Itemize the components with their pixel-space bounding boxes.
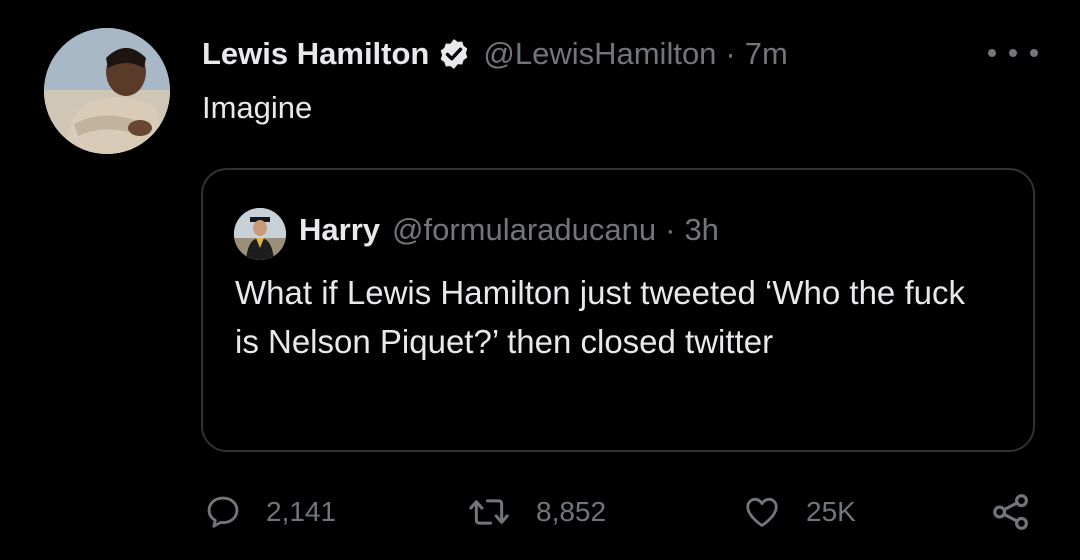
verified-badge-icon bbox=[441, 39, 468, 69]
speech-bubble-icon bbox=[207, 496, 239, 528]
tweet-timestamp[interactable]: 7m bbox=[745, 36, 788, 72]
retweet-button[interactable]: 8,852 bbox=[466, 490, 606, 534]
more-dot bbox=[1030, 49, 1038, 57]
like-button[interactable]: 25K bbox=[742, 490, 856, 534]
header-separator: · bbox=[725, 36, 736, 71]
quoted-author-avatar[interactable] bbox=[234, 208, 286, 260]
retweet-count: 8,852 bbox=[536, 496, 607, 527]
quoted-author-avatar-image bbox=[234, 208, 286, 260]
reply-button[interactable]: 2,141 bbox=[204, 490, 336, 534]
tweet-actions-bar: 2,141 8,852 25K bbox=[0, 484, 1080, 540]
more-dot bbox=[988, 49, 996, 57]
tweet-header: Lewis Hamilton @LewisHamilton · 7m bbox=[202, 32, 788, 76]
quoted-author-display-name[interactable]: Harry bbox=[299, 212, 380, 248]
reply-count: 2,141 bbox=[266, 496, 337, 527]
author-handle[interactable]: @LewisHamilton bbox=[483, 36, 716, 72]
heart-icon bbox=[746, 497, 778, 527]
share-nodes-icon bbox=[993, 494, 1028, 530]
more-dots-icon[interactable] bbox=[988, 40, 1038, 66]
quoted-author-handle[interactable]: @formularaducanu bbox=[392, 212, 656, 248]
quoted-header-separator: · bbox=[665, 212, 676, 247]
tweet[interactable]: Lewis Hamilton @LewisHamilton · 7m Imagi… bbox=[0, 0, 1080, 560]
tweet-text: Imagine bbox=[202, 90, 313, 125]
like-count: 25K bbox=[806, 496, 856, 527]
author-display-name[interactable]: Lewis Hamilton bbox=[202, 36, 429, 72]
author-avatar[interactable] bbox=[44, 28, 170, 154]
quoted-tweet-text: What if Lewis Hamilton just tweeted ‘Who… bbox=[235, 274, 965, 360]
quoted-tweet-header: Harry @formularaducanu · 3h bbox=[299, 210, 719, 250]
author-avatar-image bbox=[44, 28, 170, 154]
share-button[interactable] bbox=[990, 490, 1032, 534]
more-dot bbox=[1009, 49, 1017, 57]
quoted-tweet-card[interactable]: Harry @formularaducanu · 3h What if Lewi… bbox=[201, 168, 1035, 452]
quoted-tweet-timestamp[interactable]: 3h bbox=[684, 212, 718, 248]
retweet-arrows-icon bbox=[469, 499, 509, 525]
